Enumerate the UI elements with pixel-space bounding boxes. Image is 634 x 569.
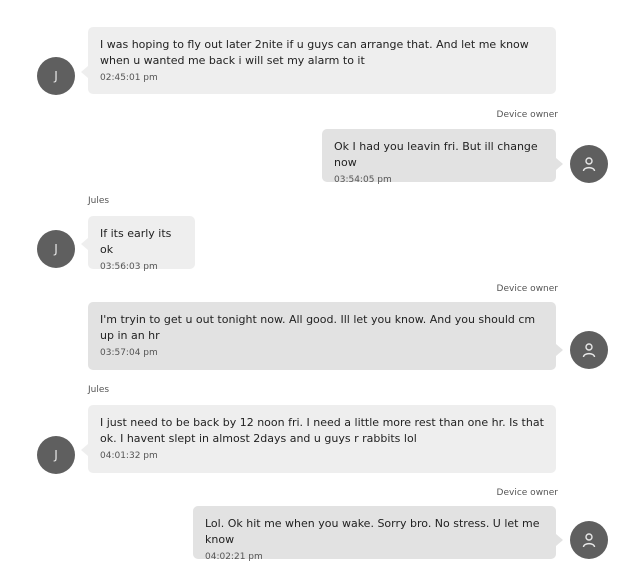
avatar-device-owner — [570, 521, 608, 559]
person-icon — [582, 533, 596, 548]
avatar-device-owner — [570, 145, 608, 183]
avatar-letter: J — [54, 448, 58, 462]
avatar-jules: J — [37, 57, 75, 95]
message-text: I'm tryin to get u out tonight now. All … — [100, 313, 536, 342]
avatar-jules: J — [37, 436, 75, 474]
avatar-device-owner — [570, 331, 608, 369]
avatar-jules: J — [37, 230, 75, 268]
bubble-tail — [556, 534, 563, 546]
message-bubble-outgoing: Ok I had you leavin fri. But ill change … — [322, 129, 556, 185]
message-bubble-incoming: I just need to be back by 12 noon fri. I… — [88, 405, 556, 473]
message-bubble-incoming: I was hoping to fly out later 2nite if u… — [88, 27, 556, 94]
person-icon — [582, 343, 596, 358]
sender-label: Device owner — [496, 110, 558, 120]
message-time: 03:54:05 pm — [334, 175, 392, 185]
bubble-tail — [556, 344, 563, 356]
message-text: I just need to be back by 12 noon fri. I… — [100, 416, 544, 445]
sender-label: Jules — [88, 385, 110, 395]
message-time: 04:02:21 pm — [205, 552, 263, 562]
message-text: I was hoping to fly out later 2nite if u… — [100, 38, 529, 67]
message-time: 03:57:04 pm — [100, 348, 158, 358]
message-time: 04:01:32 pm — [100, 451, 158, 461]
message-bubble-outgoing: Lol. Ok hit me when you wake. Sorry bro.… — [193, 506, 556, 562]
message-text: If its early its ok — [100, 227, 172, 256]
bubble-tail — [81, 444, 88, 456]
sender-label: Device owner — [496, 488, 558, 498]
person-icon — [582, 157, 596, 172]
bubble-tail — [81, 238, 88, 250]
message-time: 03:56:03 pm — [100, 262, 158, 272]
bubble-tail — [81, 66, 88, 78]
message-text: Lol. Ok hit me when you wake. Sorry bro.… — [205, 517, 540, 546]
sender-label: Jules — [88, 196, 110, 206]
avatar-letter: J — [54, 242, 58, 256]
message-text: Ok I had you leavin fri. But ill change … — [334, 140, 538, 169]
avatar-letter: J — [54, 69, 58, 83]
message-bubble-incoming: If its early its ok 03:56:03 pm — [88, 216, 195, 272]
bubble-tail — [556, 158, 563, 170]
sender-label: Device owner — [496, 284, 558, 294]
message-time: 02:45:01 pm — [100, 73, 158, 83]
message-bubble-outgoing: I'm tryin to get u out tonight now. All … — [88, 302, 556, 370]
